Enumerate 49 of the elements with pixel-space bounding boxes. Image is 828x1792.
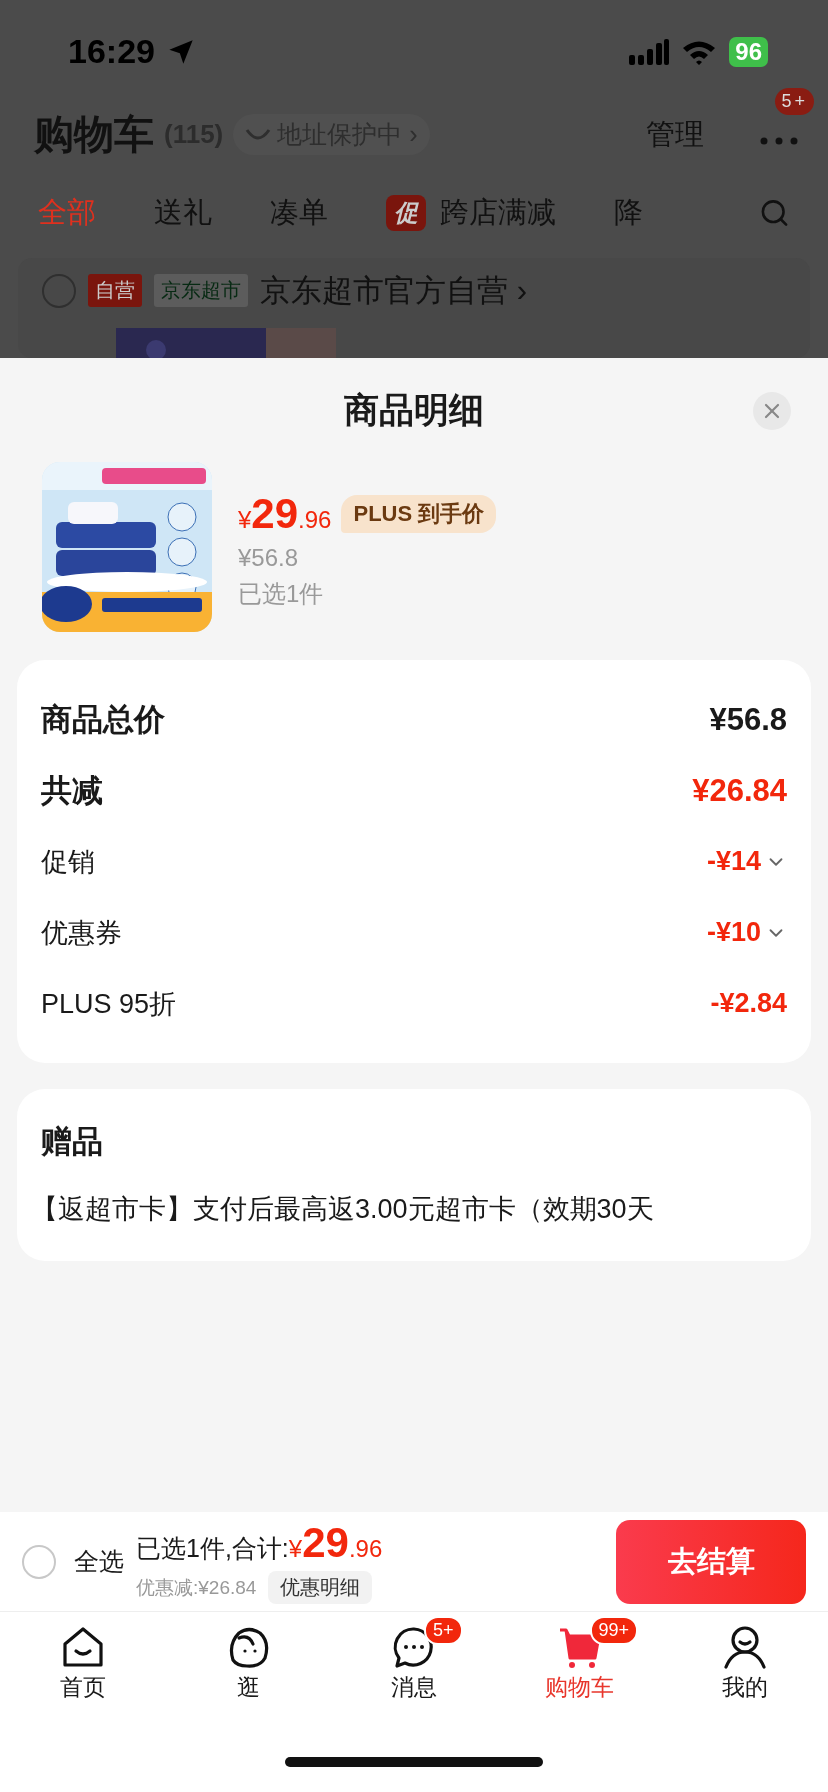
close-button[interactable] [753,392,791,430]
more-icon[interactable] [760,136,798,145]
nav-tab[interactable]: 消息 5+ [331,1612,497,1732]
summary-label: 优惠券 [41,916,122,950]
summary-label: 促销 [41,845,95,879]
original-price: ¥56.8 [238,544,300,572]
nav-badge: 99+ [589,1616,639,1645]
total-price: ¥29.96 [288,1519,383,1567]
nav-tab[interactable]: 我的 [662,1612,828,1732]
select-all-checkbox[interactable] [22,1544,56,1579]
battery-level: 96 [729,36,768,67]
filter-tab[interactable]: 凑单 [270,193,328,234]
page-title: 购物车 [34,111,154,159]
nav-tab[interactable]: 首页 [0,1612,166,1732]
summary-value: ¥56.8 [709,701,787,738]
summary-value: ¥26.84 [692,772,787,809]
filter-tab[interactable]: 送礼 [154,193,212,234]
discount-detail-button[interactable]: 优惠明细 [268,1571,373,1604]
store-tag: 自营 [88,274,142,308]
checkout-button[interactable]: 去结算 [616,1519,806,1604]
total-label: 已选1件,合计: [136,1533,289,1564]
manage-link[interactable]: 管理 [646,114,704,155]
summary-label: 共减 [41,771,103,810]
gift-description: 【返超市卡】支付后最高返3.00元超市卡（效期30天 [31,1193,655,1226]
summary-label: PLUS 95折 [41,987,177,1021]
store-tag: 京东超市 [154,274,248,308]
saving-amount: 优惠减:¥26.84 [136,1575,257,1600]
nav-tab[interactable]: 逛 [165,1612,332,1732]
filter-tab[interactable]: 降 [614,193,643,234]
summary-value: -¥10 [706,917,761,948]
summary-value: -¥14 [706,846,761,877]
filter-tab[interactable]: 促 跨店满减 [386,193,556,234]
person-icon [722,1624,769,1670]
summary-value: -¥2.84 [710,988,787,1019]
product-price: ¥29.96 [238,490,332,538]
plus-price-tag: PLUS 到手价 [341,495,497,533]
select-all-label[interactable]: 全选 [74,1545,124,1578]
summary-label: 商品总价 [41,700,165,739]
nav-tab[interactable]: 购物车 99+ [496,1612,663,1732]
notification-badge: 5+ [775,87,814,115]
sheet-title: 商品明细 [344,388,484,431]
gift-title: 赠品 [41,1123,104,1161]
smile-icon [245,127,272,142]
nav-badge: 5+ [424,1616,463,1645]
promo-tag: 促 [386,195,426,232]
store-checkbox[interactable] [42,274,76,308]
status-time: 16:29 [68,32,155,72]
selected-count: 已选1件 [238,579,325,609]
signal-icon [629,38,670,65]
